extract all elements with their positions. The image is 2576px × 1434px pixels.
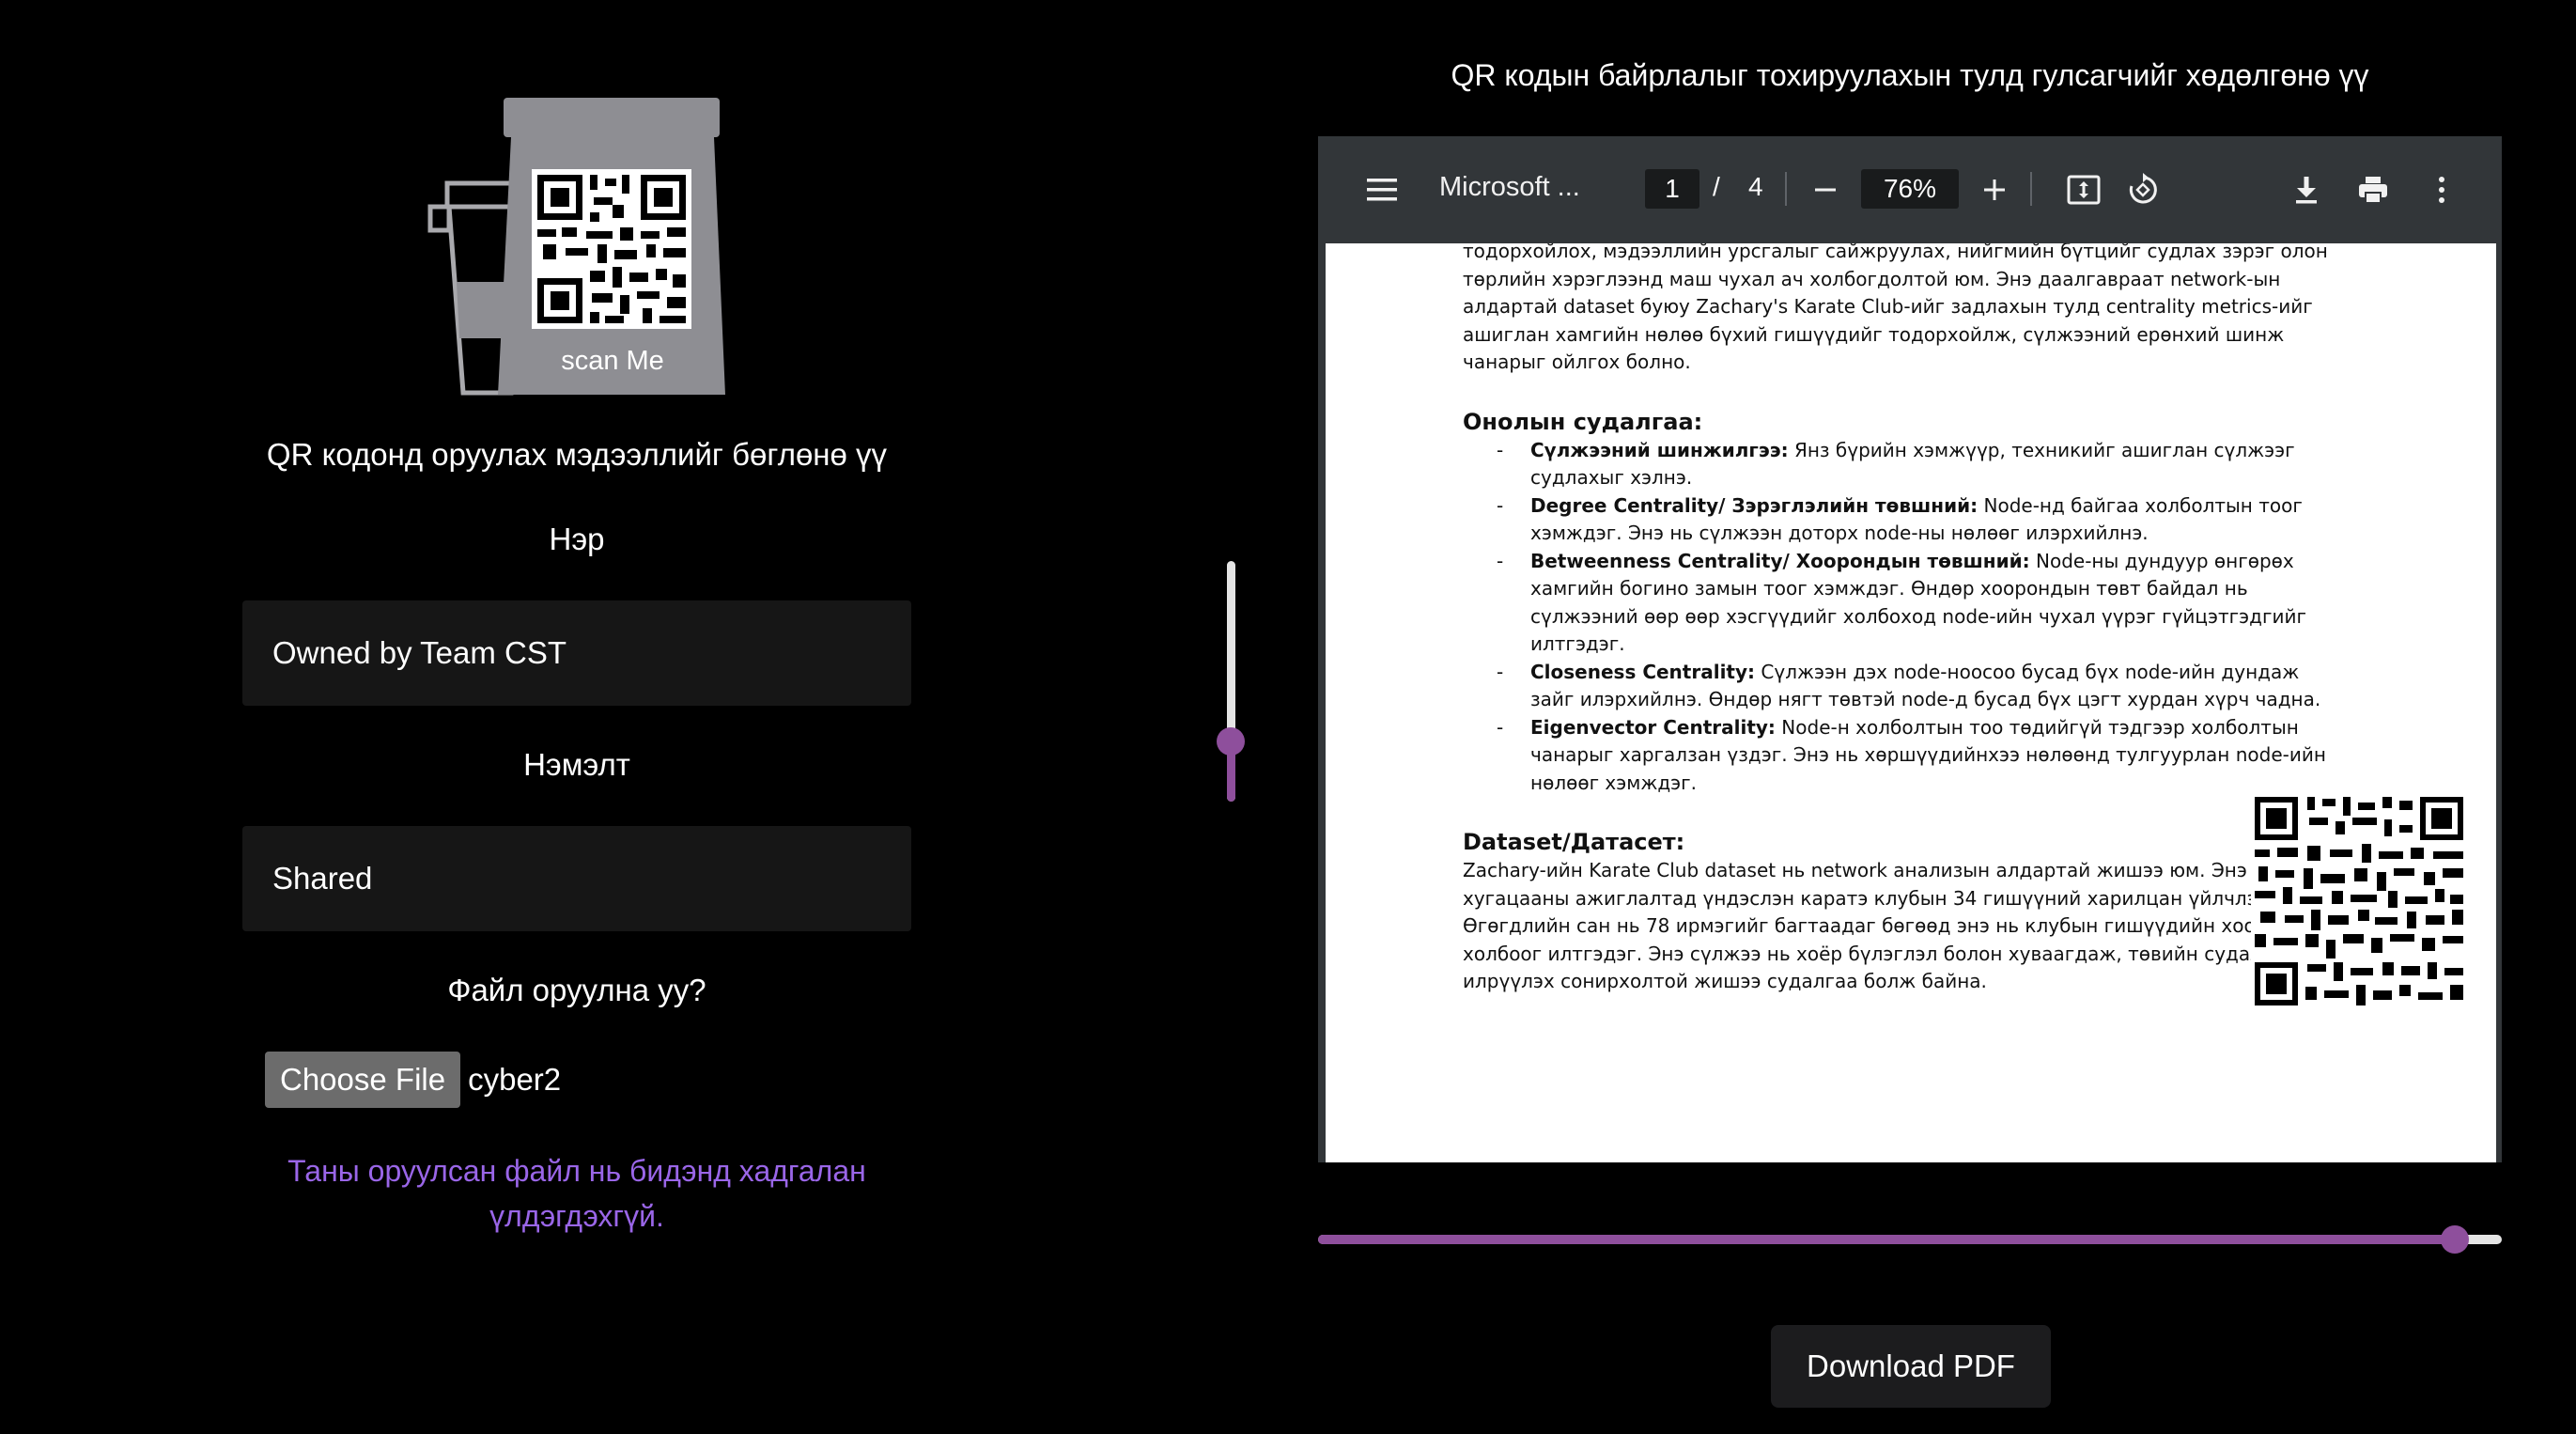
name-label: Нэр	[549, 522, 605, 556]
zoom-out-icon[interactable]	[1805, 136, 1846, 243]
zoom-in-icon[interactable]	[1974, 136, 2015, 243]
page-total: 4	[1748, 172, 1763, 201]
choose-file-button[interactable]: Choose File	[265, 1052, 461, 1108]
list-item: Сүлжээний шинжилгээ: Янз бүрийн хэмжүүр,…	[1463, 437, 2346, 492]
pdf-title: Microsoft ...	[1439, 172, 1580, 202]
document-heading-dataset: Dataset/Датасет:	[1463, 829, 1685, 855]
theory-list: Сүлжээний шинжилгээ: Янз бүрийн хэмжүүр,…	[1463, 437, 2346, 798]
qr-horizontal-position-slider[interactable]	[1318, 1224, 2502, 1254]
list-item: Degree Centrality/ Зэрэглэлийн төвшний: …	[1463, 492, 2346, 548]
selected-file-name: cyber2	[468, 1062, 562, 1097]
pdf-page: тодорхойлох, мэдээллийн урсгалыг сайжруу…	[1326, 243, 2496, 1162]
toolbar-divider	[2030, 172, 2032, 206]
rotate-icon[interactable]	[2120, 136, 2165, 243]
toolbar-divider	[1785, 172, 1787, 206]
print-icon[interactable]	[2351, 136, 2395, 243]
fit-page-icon[interactable]	[2061, 136, 2106, 243]
list-item: Eigenvector Centrality: Node-н холболтын…	[1463, 714, 2346, 798]
menu-icon[interactable]	[1359, 136, 1404, 243]
pdf-viewer: Microsoft ... 1 / 4 76% тодорхойлох, мэд…	[1318, 136, 2502, 1162]
more-icon[interactable]	[2423, 136, 2460, 243]
download-pdf-button[interactable]: Download PDF	[1771, 1325, 2051, 1408]
pdf-toolbar: Microsoft ... 1 / 4 76%	[1318, 136, 2502, 243]
generated-qr-code	[2251, 793, 2467, 1009]
list-item: Closeness Centrality: Сүлжээн дэх node-н…	[1463, 659, 2346, 714]
privacy-notice: Таны оруулсан файл нь бидэнд хадгалан үл…	[287, 1154, 866, 1233]
slider-hint: QR кодын байрлалыг тохируулахын тулд гул…	[1451, 58, 2369, 92]
list-item: Betweenness Centrality/ Хоорондын төвшни…	[1463, 548, 2346, 659]
horizontal-slider-fill	[1318, 1235, 2455, 1244]
name-input[interactable]: Owned by Team CST	[242, 600, 911, 706]
horizontal-slider-thumb[interactable]	[2440, 1225, 2469, 1254]
form-prompt: QR кодонд оруулах мэдээллийг бөглөнө үү	[266, 437, 888, 472]
file-upload-row: Choose File cyber2	[265, 1052, 561, 1108]
download-icon[interactable]	[2286, 136, 2327, 243]
document-intro: тодорхойлох, мэдээллийн урсгалыг сайжруу…	[1463, 243, 2328, 373]
zoom-input[interactable]: 76%	[1861, 169, 1959, 209]
extra-input[interactable]: Shared	[242, 826, 911, 931]
vertical-slider-thumb[interactable]	[1217, 727, 1245, 756]
document-body: тодорхойлох, мэдээллийн урсгалыг сайжруу…	[1463, 243, 2346, 996]
file-upload-label: Файл оруулна уу?	[447, 973, 706, 1007]
logo-caption: scan Me	[561, 346, 664, 376]
dataset-paragraph: Zachary-ийн Karate Club dataset нь netwo…	[1463, 859, 2332, 992]
page-number-input[interactable]: 1	[1645, 169, 1699, 209]
extra-label: Нэмэлт	[523, 747, 630, 782]
document-heading-theory: Онолын судалгаа:	[1463, 408, 1703, 435]
qr-vertical-position-slider[interactable]	[1217, 561, 1245, 802]
page-separator: /	[1713, 172, 1720, 201]
